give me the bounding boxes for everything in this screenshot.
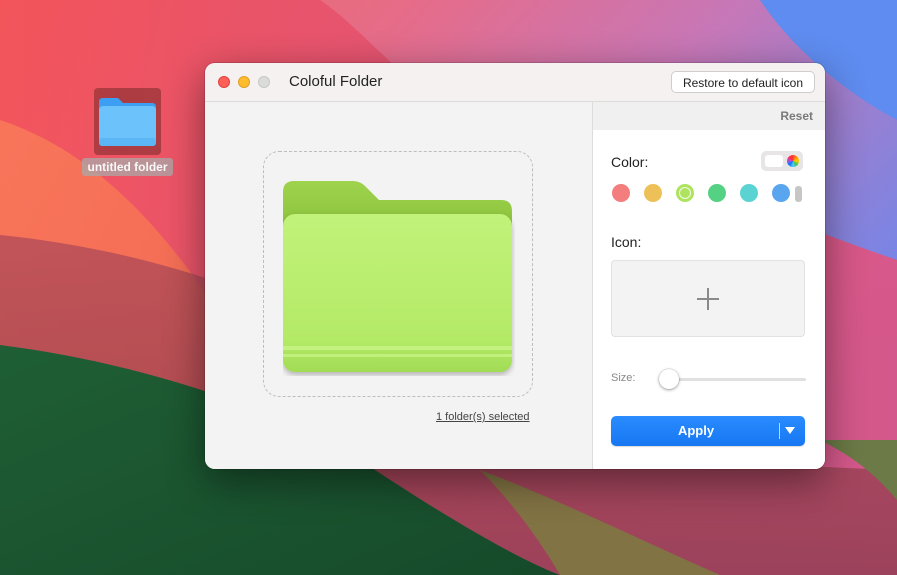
color-label: Color: xyxy=(611,154,649,170)
minimize-button[interactable] xyxy=(238,76,250,88)
icon-label: Icon: xyxy=(611,234,642,250)
color-wheel-icon xyxy=(787,155,799,167)
apply-button[interactable]: Apply xyxy=(611,416,805,446)
desktop-folder-selection xyxy=(94,88,161,155)
title-bar: Coloful Folder Restore to default icon xyxy=(205,63,825,102)
plus-icon xyxy=(697,288,719,310)
color-swatches xyxy=(612,184,812,204)
swatch-yellow[interactable] xyxy=(644,184,662,202)
swatch-lime[interactable] xyxy=(676,184,694,202)
swatch-teal[interactable] xyxy=(740,184,758,202)
reset-bar: Reset xyxy=(593,102,825,130)
add-icon-well[interactable] xyxy=(611,260,805,337)
close-button[interactable] xyxy=(218,76,230,88)
swatch-green[interactable] xyxy=(708,184,726,202)
window-title: Coloful Folder xyxy=(289,73,383,90)
current-color-swatch xyxy=(765,155,783,167)
folder-preview-icon xyxy=(283,181,512,372)
restore-default-icon-button[interactable]: Restore to default icon xyxy=(671,71,815,93)
settings-panel: Reset Color: Icon: Size: Apply xyxy=(593,102,825,469)
apply-separator xyxy=(779,423,780,439)
folder-icon xyxy=(99,98,156,146)
swatch-scrollbar[interactable] xyxy=(795,186,802,202)
swatch-red[interactable] xyxy=(612,184,630,202)
reset-button[interactable]: Reset xyxy=(780,109,813,123)
folders-selected-link[interactable]: 1 folder(s) selected xyxy=(436,411,530,423)
size-label: Size: xyxy=(611,372,636,384)
swatch-blue[interactable] xyxy=(772,184,790,202)
color-picker-button[interactable] xyxy=(761,151,803,171)
size-slider-thumb[interactable] xyxy=(659,369,679,389)
zoom-button[interactable] xyxy=(258,76,270,88)
app-window: Coloful Folder Restore to default icon 1… xyxy=(205,63,825,469)
size-slider-track[interactable] xyxy=(663,378,806,381)
apply-button-label: Apply xyxy=(677,423,715,438)
chevron-down-icon[interactable] xyxy=(785,427,795,434)
desktop-folder-label: untitled folder xyxy=(82,158,173,176)
